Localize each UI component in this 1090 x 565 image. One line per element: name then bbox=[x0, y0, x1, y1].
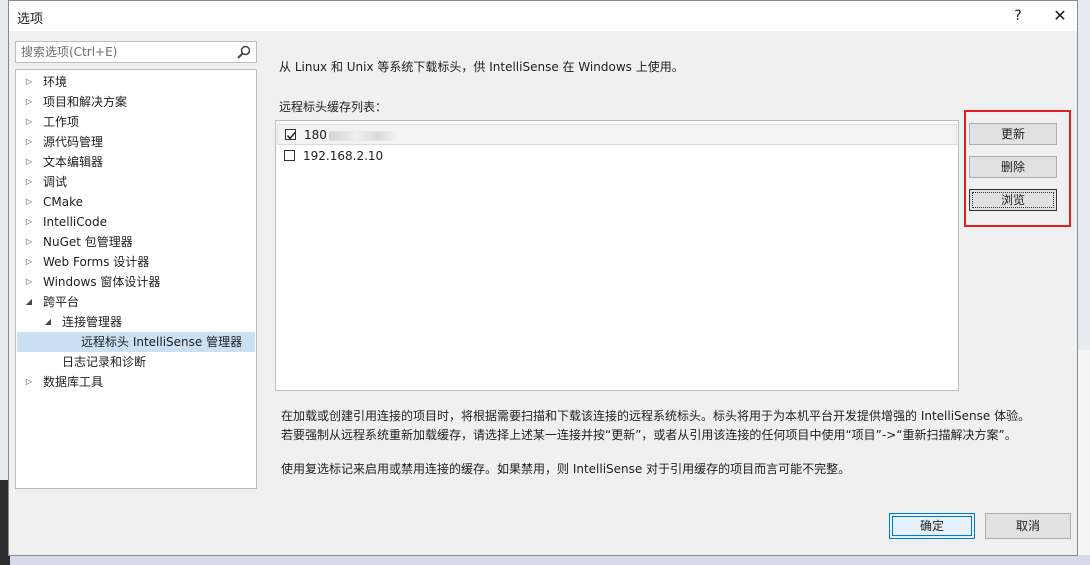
checkbox[interactable] bbox=[284, 150, 295, 161]
collapsed-arrow-icon[interactable]: ▷ bbox=[24, 92, 34, 112]
ok-button[interactable]: 确定 bbox=[889, 513, 975, 539]
dialog-title: 选项 bbox=[17, 12, 44, 27]
tree-item-label: 文本编辑器 bbox=[43, 155, 104, 169]
tree-item[interactable]: ▷ Windows 窗体设计器 bbox=[17, 272, 255, 292]
help-button[interactable]: ? bbox=[1005, 5, 1031, 27]
tree-item[interactable]: ▷ 环境 bbox=[17, 72, 255, 92]
cache-entry-text: 180 bbox=[304, 128, 327, 142]
tree-item[interactable]: 远程标头 IntelliSense 管理器 bbox=[17, 332, 255, 352]
tree-item-label: 源代码管理 bbox=[43, 135, 104, 149]
collapsed-arrow-icon[interactable]: ▷ bbox=[24, 72, 34, 92]
cache-list-item[interactable]: 192.168.2.10 bbox=[277, 146, 957, 167]
collapsed-arrow-icon[interactable]: ▷ bbox=[24, 252, 34, 272]
search-icon[interactable] bbox=[236, 44, 252, 60]
collapsed-arrow-icon[interactable]: ▷ bbox=[24, 272, 34, 292]
tree-item[interactable]: ▷ CMake bbox=[17, 192, 255, 212]
info-text-line-1: 在加载或创建引用连接的项目时，将根据需要扫描和下载该连接的远程系统标头。标头将用… bbox=[281, 409, 1031, 423]
title-bar: 选项 ? ✕ bbox=[9, 1, 1077, 31]
expanded-arrow-icon[interactable]: ◢ bbox=[24, 292, 34, 312]
tree-item-label: 远程标头 IntelliSense 管理器 bbox=[81, 335, 243, 349]
tree-item-label: 数据库工具 bbox=[43, 375, 104, 389]
collapsed-arrow-icon[interactable]: ▷ bbox=[24, 112, 34, 132]
info-text-line-3: 使用复选标记来启用或禁用连接的缓存。如果禁用，则 IntelliSense 对于… bbox=[281, 462, 851, 476]
close-button[interactable]: ✕ bbox=[1047, 5, 1073, 27]
tree-item[interactable]: ▷ 源代码管理 bbox=[17, 132, 255, 152]
background-app-strip bbox=[0, 555, 1090, 565]
tree-item-label: Web Forms 设计器 bbox=[43, 255, 150, 269]
info-text-line-2: 若要强制从远程系统重新加载缓存，请选择上述某一连接并按“更新”，或者从引用该连接… bbox=[281, 428, 1017, 442]
tree-item-label: 日志记录和诊断 bbox=[62, 355, 147, 369]
browse-button[interactable]: 浏览 bbox=[969, 189, 1057, 211]
page-description: 从 Linux 和 Unix 等系统下载标头，供 IntelliSense 在 … bbox=[279, 60, 684, 74]
cancel-button[interactable]: 取消 bbox=[985, 513, 1071, 539]
tree-item-label: 连接管理器 bbox=[62, 315, 123, 329]
cache-entry-label: 180 bbox=[304, 125, 399, 146]
checkmark-icon bbox=[286, 131, 297, 140]
tree-item-label: 项目和解决方案 bbox=[43, 95, 128, 109]
tree-item-label: 工作项 bbox=[43, 115, 80, 129]
tree-item-label: 调试 bbox=[43, 175, 68, 189]
collapsed-arrow-icon[interactable]: ▷ bbox=[24, 232, 34, 252]
options-tree: ▷ 环境 ▷ 项目和解决方案 ▷ 工作项 ▷ 源代码管理 ▷ 文本编辑器 ▷ 调试 ▷ CMake ▷ Int… bbox=[15, 69, 257, 489]
tree-item[interactable]: ◢ 连接管理器 bbox=[17, 312, 255, 332]
collapsed-arrow-icon[interactable]: ▷ bbox=[24, 132, 34, 152]
collapsed-arrow-icon[interactable]: ▷ bbox=[24, 152, 34, 172]
checkbox[interactable] bbox=[285, 129, 297, 140]
tree-item-label: Windows 窗体设计器 bbox=[43, 275, 161, 289]
tree-item[interactable]: ▷ Web Forms 设计器 bbox=[17, 252, 255, 272]
options-dialog: 选项 ? ✕ ▷ 环境 ▷ 项目和解决方案 ▷ 工作项 ▷ 源代码管理 ▷ 文本编辑器 ▷ 调试 ▷ CM… bbox=[8, 0, 1078, 556]
cache-list-label: 远程标头缓存列表： bbox=[279, 100, 388, 114]
tree-item-label: CMake bbox=[43, 195, 83, 209]
background-app-edge bbox=[1077, 350, 1090, 565]
tree-item[interactable]: ▷ 工作项 bbox=[17, 112, 255, 132]
tree-item[interactable]: 日志记录和诊断 bbox=[17, 352, 255, 372]
ok-button-focus-border bbox=[892, 516, 972, 536]
remote-header-cache-list: 180 192.168.2.10 bbox=[275, 120, 959, 391]
collapsed-arrow-icon[interactable]: ▷ bbox=[24, 212, 34, 232]
collapsed-arrow-icon[interactable]: ▷ bbox=[24, 192, 34, 212]
tree-item[interactable]: ◢ 跨平台 bbox=[17, 292, 255, 312]
search-input[interactable] bbox=[16, 42, 231, 62]
update-button[interactable]: 更新 bbox=[969, 123, 1057, 145]
delete-button[interactable]: 删除 bbox=[969, 156, 1057, 178]
search-options-box bbox=[15, 41, 257, 63]
tree-item-label: 环境 bbox=[43, 75, 68, 89]
tree-item-label: IntelliCode bbox=[43, 215, 107, 229]
expanded-arrow-icon[interactable]: ◢ bbox=[43, 312, 53, 332]
tree-item[interactable]: ▷ 数据库工具 bbox=[17, 372, 255, 392]
tree-item[interactable]: ▷ NuGet 包管理器 bbox=[17, 232, 255, 252]
collapsed-arrow-icon[interactable]: ▷ bbox=[24, 172, 34, 192]
tree-item[interactable]: ▷ IntelliCode bbox=[17, 212, 255, 232]
cache-list-item[interactable]: 180 bbox=[277, 124, 957, 145]
tree-item-label: 跨平台 bbox=[43, 295, 80, 309]
tree-item[interactable]: ▷ 调试 bbox=[17, 172, 255, 192]
cache-entry-text: 192.168.2.10 bbox=[303, 149, 384, 163]
tree-item-label: NuGet 包管理器 bbox=[43, 235, 133, 249]
tree-item[interactable]: ▷ 项目和解决方案 bbox=[17, 92, 255, 112]
tree-item[interactable]: ▷ 文本编辑器 bbox=[17, 152, 255, 172]
obscured-text bbox=[328, 130, 399, 141]
cache-entry-label: 192.168.2.10 bbox=[303, 146, 383, 167]
collapsed-arrow-icon[interactable]: ▷ bbox=[24, 372, 34, 392]
